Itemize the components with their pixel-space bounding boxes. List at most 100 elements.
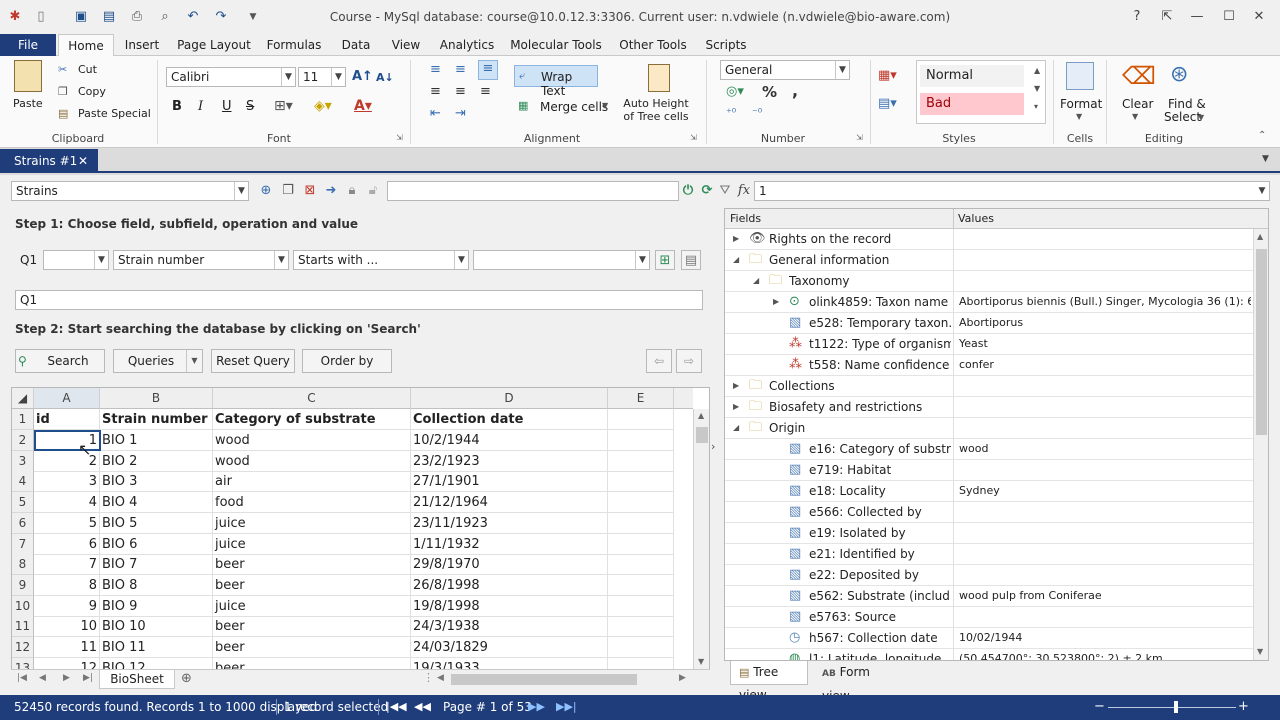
tab-insert[interactable]: Insert	[118, 34, 166, 56]
first-sheet-icon[interactable]: |◀	[17, 673, 27, 683]
align-middle-icon[interactable]: ≡	[455, 62, 466, 77]
paste-icon[interactable]	[14, 60, 42, 92]
cut-button[interactable]: Cut	[78, 63, 97, 76]
grid-cell[interactable]: juice	[213, 533, 411, 555]
close-icon[interactable]: ✕	[78, 149, 88, 173]
grid-cell[interactable]: BIO 10	[100, 616, 213, 638]
tab-page-layout[interactable]: Page Layout	[176, 34, 252, 56]
grid-cell[interactable]: wood	[213, 450, 411, 472]
find-select-label[interactable]: Find &	[1168, 97, 1206, 111]
grid-cell[interactable]: 27/1/1901	[411, 471, 608, 493]
grid-cell[interactable]: wood	[213, 430, 411, 451]
grid-cell[interactable]: 5	[34, 512, 100, 534]
filter-field[interactable]	[387, 181, 679, 201]
column-header[interactable]: B	[100, 388, 213, 409]
grid-cell[interactable]	[608, 554, 674, 576]
tree-row[interactable]: ▧ e528: Temporary taxon... Abortiporus	[725, 313, 1253, 334]
tree-row[interactable]: ◢ 🗀︎ General information	[725, 250, 1253, 271]
collapse-ribbon-icon[interactable]: ⌃	[1258, 130, 1266, 141]
grid-cell[interactable]	[608, 471, 674, 493]
scroll-thumb[interactable]	[1256, 249, 1267, 435]
row-header[interactable]: 8	[12, 554, 34, 576]
expand-icon[interactable]: ▶	[733, 229, 739, 249]
find-select-label-2[interactable]: Select	[1164, 110, 1201, 124]
auto-height-label-2[interactable]: of Tree cells	[620, 110, 692, 123]
tab-view[interactable]: View	[386, 34, 426, 56]
tree-row[interactable]: ▧ e19: Isolated by	[725, 523, 1253, 544]
grid-cell[interactable]	[608, 512, 674, 534]
tree-row[interactable]: ▶ ⊙ olink4859: Taxon name Abortiporus bienn…	[725, 292, 1253, 313]
grid-cell[interactable]: 3	[34, 471, 100, 493]
previous-arrow-icon[interactable]: ⇦	[646, 349, 672, 373]
grid-cell[interactable]: juice	[213, 595, 411, 617]
align-left-icon[interactable]: ≡	[430, 84, 441, 99]
row-header[interactable]: 2	[12, 430, 34, 451]
search-button[interactable]: ⚲ Search	[15, 349, 105, 373]
grid-cell[interactable]: 11	[34, 637, 100, 658]
tree-field-value[interactable]: wood pulp from Coniferae	[959, 586, 1251, 606]
grid-cell[interactable]: beer	[213, 637, 411, 658]
number-dialog-launcher-icon[interactable]: ⇲	[856, 133, 863, 142]
tab-data[interactable]: Data	[334, 34, 378, 56]
spreadsheet-grid[interactable]: ◢ A B C D E 1 id Strain number Category …	[11, 387, 710, 671]
decrease-indent-icon[interactable]: ⇤	[430, 106, 441, 121]
tree-row[interactable]: ◢ 🗀︎ Taxonomy	[725, 271, 1253, 292]
grid-cell[interactable]: 23/11/1923	[411, 512, 608, 534]
row-header[interactable]: 11	[12, 616, 34, 638]
format-icon[interactable]	[1066, 62, 1094, 90]
tree-row[interactable]: ⁂ t1122: Type of organism Yeast	[725, 334, 1253, 355]
copy-button[interactable]: Copy	[78, 85, 106, 98]
grid-cell[interactable]: BIO 9	[100, 595, 213, 617]
grid-cell[interactable]: BIO 5	[100, 512, 213, 534]
tree-field-value[interactable]: confer	[959, 355, 1251, 375]
grid-cell[interactable]	[608, 637, 674, 658]
paste-special-icon[interactable]: ▤	[58, 107, 68, 120]
binoculars-icon[interactable]: ⊛	[1170, 62, 1188, 87]
conditional-formatting-icon[interactable]: ▦▾	[878, 68, 897, 83]
expand-icon[interactable]: ▶	[733, 376, 739, 396]
percent-button[interactable]: %	[762, 83, 777, 101]
form-view-tab[interactable]: AB Form view	[814, 661, 900, 703]
tab-scripts[interactable]: Scripts	[700, 34, 752, 56]
align-bottom-icon[interactable]: ≡	[478, 60, 498, 80]
style-normal[interactable]: Normal	[920, 65, 1024, 87]
values-column-header[interactable]: Values	[958, 212, 994, 225]
grid-cell[interactable]: 10	[34, 616, 100, 638]
last-sheet-icon[interactable]: ▶|	[83, 673, 93, 683]
column-header[interactable]: A	[34, 388, 100, 409]
next-arrow-icon[interactable]: ⇨	[676, 349, 702, 373]
pane-splitter-icon[interactable]: ›	[711, 440, 715, 453]
query-expression-input[interactable]: Q1	[15, 290, 703, 310]
grid-cell[interactable]: beer	[213, 554, 411, 576]
select-all-corner[interactable]: ◢	[12, 388, 34, 409]
eraser-icon[interactable]: ⌫	[1122, 62, 1156, 90]
tab-analytics[interactable]: Analytics	[436, 34, 498, 56]
next-sheet-icon[interactable]: ▶	[63, 673, 70, 683]
tree-field-value[interactable]: wood	[959, 439, 1251, 459]
grid-cell[interactable]: Collection date	[411, 409, 608, 430]
grid-cell[interactable]: 21/12/1964	[411, 492, 608, 514]
grid-cell[interactable]	[608, 492, 674, 514]
fx-button[interactable]: fx	[734, 181, 754, 201]
tree-row[interactable]: ▶ 👁︎ Rights on the record	[725, 229, 1253, 250]
sheet-tab-biosheet[interactable]: BioSheet	[99, 670, 175, 689]
horizontal-scroll-thumb[interactable]	[451, 674, 637, 685]
scroll-down-icon[interactable]: ▼	[1257, 647, 1263, 656]
grid-cell[interactable]: air	[213, 471, 411, 493]
tab-file[interactable]: File	[0, 34, 56, 56]
alignment-dialog-launcher-icon[interactable]: ⇲	[690, 133, 697, 142]
power-icon[interactable]: ⏻	[678, 181, 698, 201]
query-operator-select[interactable]: ▼	[43, 250, 109, 270]
grid-cell[interactable]	[608, 450, 674, 472]
font-color-icon[interactable]: A▾	[354, 98, 372, 114]
new-record-icon[interactable]: ⊕	[256, 181, 276, 201]
grid-cell[interactable]: BIO 7	[100, 554, 213, 576]
fill-color-icon[interactable]: ◈▾	[314, 98, 332, 114]
comma-button[interactable]: ,	[792, 81, 798, 100]
add-sheet-icon[interactable]: ⊕	[181, 671, 192, 686]
order-by-button[interactable]: Order by	[302, 349, 392, 373]
grid-cell[interactable]: beer	[213, 616, 411, 638]
zoom-slider-track[interactable]	[1108, 707, 1236, 708]
currency-icon[interactable]: ◎▾	[726, 84, 744, 99]
grid-cell[interactable]: id	[34, 409, 100, 430]
